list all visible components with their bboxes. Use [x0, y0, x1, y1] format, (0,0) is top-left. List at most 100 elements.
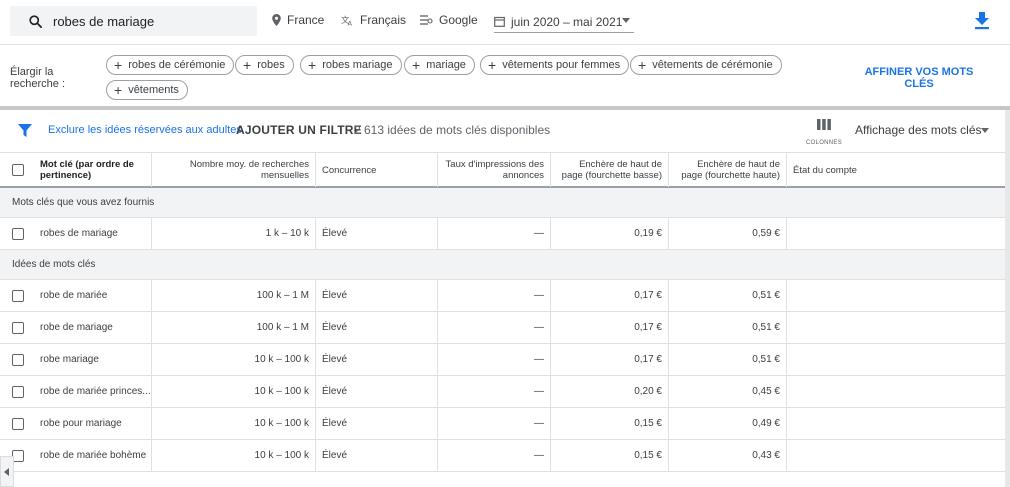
impressions-cell: — [438, 376, 551, 407]
table-row[interactable]: robe pour mariage 10 k – 100 k Élevé —0,15 … [0, 408, 1005, 440]
row-checkbox-cell [0, 376, 34, 407]
columns-label: COLONNES [805, 140, 843, 146]
broaden-label: Élargir la recherche : [10, 66, 66, 90]
table-row[interactable]: robe mariage 10 k – 100 k Élevé —0,17 €0,51… [0, 344, 1005, 376]
plus-icon: + [638, 57, 647, 73]
location-label: France [287, 13, 325, 27]
network-filter[interactable]: Google [420, 13, 478, 27]
impressions-cell: — [438, 312, 551, 343]
chip-label: robes de cérémonie [128, 59, 226, 71]
account-status-cell [787, 312, 1005, 343]
top-bar: France 文A Français Google juin 2020 – ma… [0, 0, 1010, 44]
provided-keywords-section: Mots clés que vous avez fournis [0, 188, 1005, 218]
keyword-table: Mot clé (par ordre de pertinence) Nombre… [0, 152, 1005, 472]
columns-icon [817, 119, 831, 130]
download-icon[interactable] [974, 12, 990, 30]
chip-label: vêtements de cérémonie [652, 59, 773, 71]
competition-cell: Élevé [316, 344, 438, 375]
date-range-label: juin 2020 – mai 2021 [511, 14, 623, 29]
select-all-checkbox[interactable] [12, 164, 24, 176]
bid-low-cell: 0,15 € [551, 440, 669, 471]
impressions-cell: — [438, 344, 551, 375]
language-filter[interactable]: 文A Français [341, 13, 406, 27]
keyword-cell: robe pour mariage [34, 408, 152, 439]
broaden-chip-robes[interactable]: + robes [235, 55, 294, 75]
account-status-cell [787, 344, 1005, 375]
keyword-view-selector[interactable]: Affichage des mots clés [855, 123, 982, 137]
plus-icon: + [114, 57, 123, 73]
header-keyword[interactable]: Mot clé (par ordre de pertinence) [34, 153, 152, 187]
bid-low-cell: 0,17 € [551, 280, 669, 311]
chevron-down-icon[interactable] [981, 128, 989, 133]
location-pin-icon [272, 14, 281, 26]
table-row[interactable]: robe de mariage 100 k – 1 M Élevé —0,17 €0,… [0, 312, 1005, 344]
header-bid-high[interactable]: Enchère de haut de page (fourchette haut… [669, 153, 787, 187]
row-checkbox-cell [0, 218, 34, 249]
bid-low-cell: 0,17 € [551, 344, 669, 375]
chip-label: mariage [426, 59, 466, 71]
broaden-chip-vetements-de-ceremonie[interactable]: + vêtements de cérémonie [630, 55, 782, 75]
table-row[interactable]: robes de mariage 1 k – 10 k Élevé —0,19 €0,… [0, 218, 1005, 250]
row-checkbox[interactable] [12, 228, 24, 240]
chip-label: vêtements [128, 84, 179, 96]
svg-text:A: A [348, 20, 353, 26]
table-row[interactable]: robe de mariée princes... 10 k – 100 k Éle… [0, 376, 1005, 408]
network-label: Google [439, 13, 478, 27]
header-volume[interactable]: Nombre moy. de recherches mensuelles [152, 153, 316, 187]
exclude-adult-ideas-link[interactable]: Exclure les idées réservées aux adultes [48, 124, 242, 136]
plus-icon: + [488, 57, 497, 73]
broaden-chip-robes-mariage[interactable]: + robes mariage [300, 55, 402, 75]
competition-cell: Élevé [316, 218, 438, 249]
add-filter-button[interactable]: AJOUTER UN FILTRE [236, 123, 362, 137]
bid-high-cell: 0,45 € [669, 376, 787, 407]
broaden-chip-vetements-pour-femmes[interactable]: + vêtements pour femmes [480, 55, 630, 75]
broaden-chip-mariage[interactable]: + mariage [404, 55, 475, 75]
scroll-left-button[interactable] [0, 456, 14, 487]
keyword-cell: robe de mariée princes... [34, 376, 152, 407]
header-account-status[interactable]: État du compte [787, 153, 1005, 187]
impressions-cell: — [438, 280, 551, 311]
plus-icon: + [114, 82, 123, 98]
header-bid-low[interactable]: Enchère de haut de page (fourchette bass… [551, 153, 669, 187]
row-checkbox[interactable] [12, 418, 24, 430]
volume-cell: 100 k – 1 M [152, 312, 316, 343]
broaden-search-section: Élargir la recherche : + robes de cérémon… [0, 44, 1010, 106]
competition-cell: Élevé [316, 280, 438, 311]
row-checkbox[interactable] [12, 386, 24, 398]
filter-icon[interactable] [18, 124, 32, 137]
language-label: Français [360, 13, 407, 27]
scrollbar-thumb[interactable] [1005, 106, 1010, 110]
broaden-chip-robes-de-ceremonie[interactable]: + robes de cérémonie [106, 55, 235, 75]
impressions-cell: — [438, 218, 551, 249]
row-checkbox[interactable] [12, 354, 24, 366]
bid-low-cell: 0,17 € [551, 312, 669, 343]
volume-cell: 10 k – 100 k [152, 344, 316, 375]
header-competition[interactable]: Concurrence [316, 153, 438, 187]
search-box[interactable] [10, 6, 257, 36]
bid-high-cell: 0,51 € [669, 280, 787, 311]
table-row[interactable]: robe de mariée bohème 10 k – 100 k Élevé —0… [0, 440, 1005, 472]
search-icon [29, 14, 42, 28]
location-filter[interactable]: France [272, 13, 324, 27]
row-checkbox[interactable] [12, 322, 24, 334]
bid-high-cell: 0,43 € [669, 440, 787, 471]
row-checkbox[interactable] [12, 290, 24, 302]
provided-rows: robes de mariage 1 k – 10 k Élevé —0,19 €0,… [0, 218, 1005, 250]
account-status-cell [787, 408, 1005, 439]
plus-icon: + [243, 57, 252, 73]
columns-button[interactable]: COLONNES [804, 118, 844, 146]
header-impressions[interactable]: Taux d'impressions des annonces [438, 153, 551, 187]
broaden-chip-vetements[interactable]: + vêtements [106, 80, 188, 100]
row-checkbox-cell [0, 280, 34, 311]
row-checkbox-cell [0, 408, 34, 439]
keyword-cell: robe de mariage [34, 312, 152, 343]
network-icon [420, 15, 433, 25]
date-range-selector[interactable]: juin 2020 – mai 2021 [494, 11, 634, 33]
volume-cell: 10 k – 100 k [152, 440, 316, 471]
competition-cell: Élevé [316, 312, 438, 343]
account-status-cell [787, 280, 1005, 311]
search-input[interactable] [53, 13, 243, 29]
vertical-scrollbar[interactable] [1005, 106, 1010, 487]
table-row[interactable]: robe de mariée 100 k – 1 M Élevé —0,17 €0,5… [0, 280, 1005, 312]
refine-keywords-button[interactable]: AFFINER VOS MOTS CLÉS [852, 66, 986, 90]
